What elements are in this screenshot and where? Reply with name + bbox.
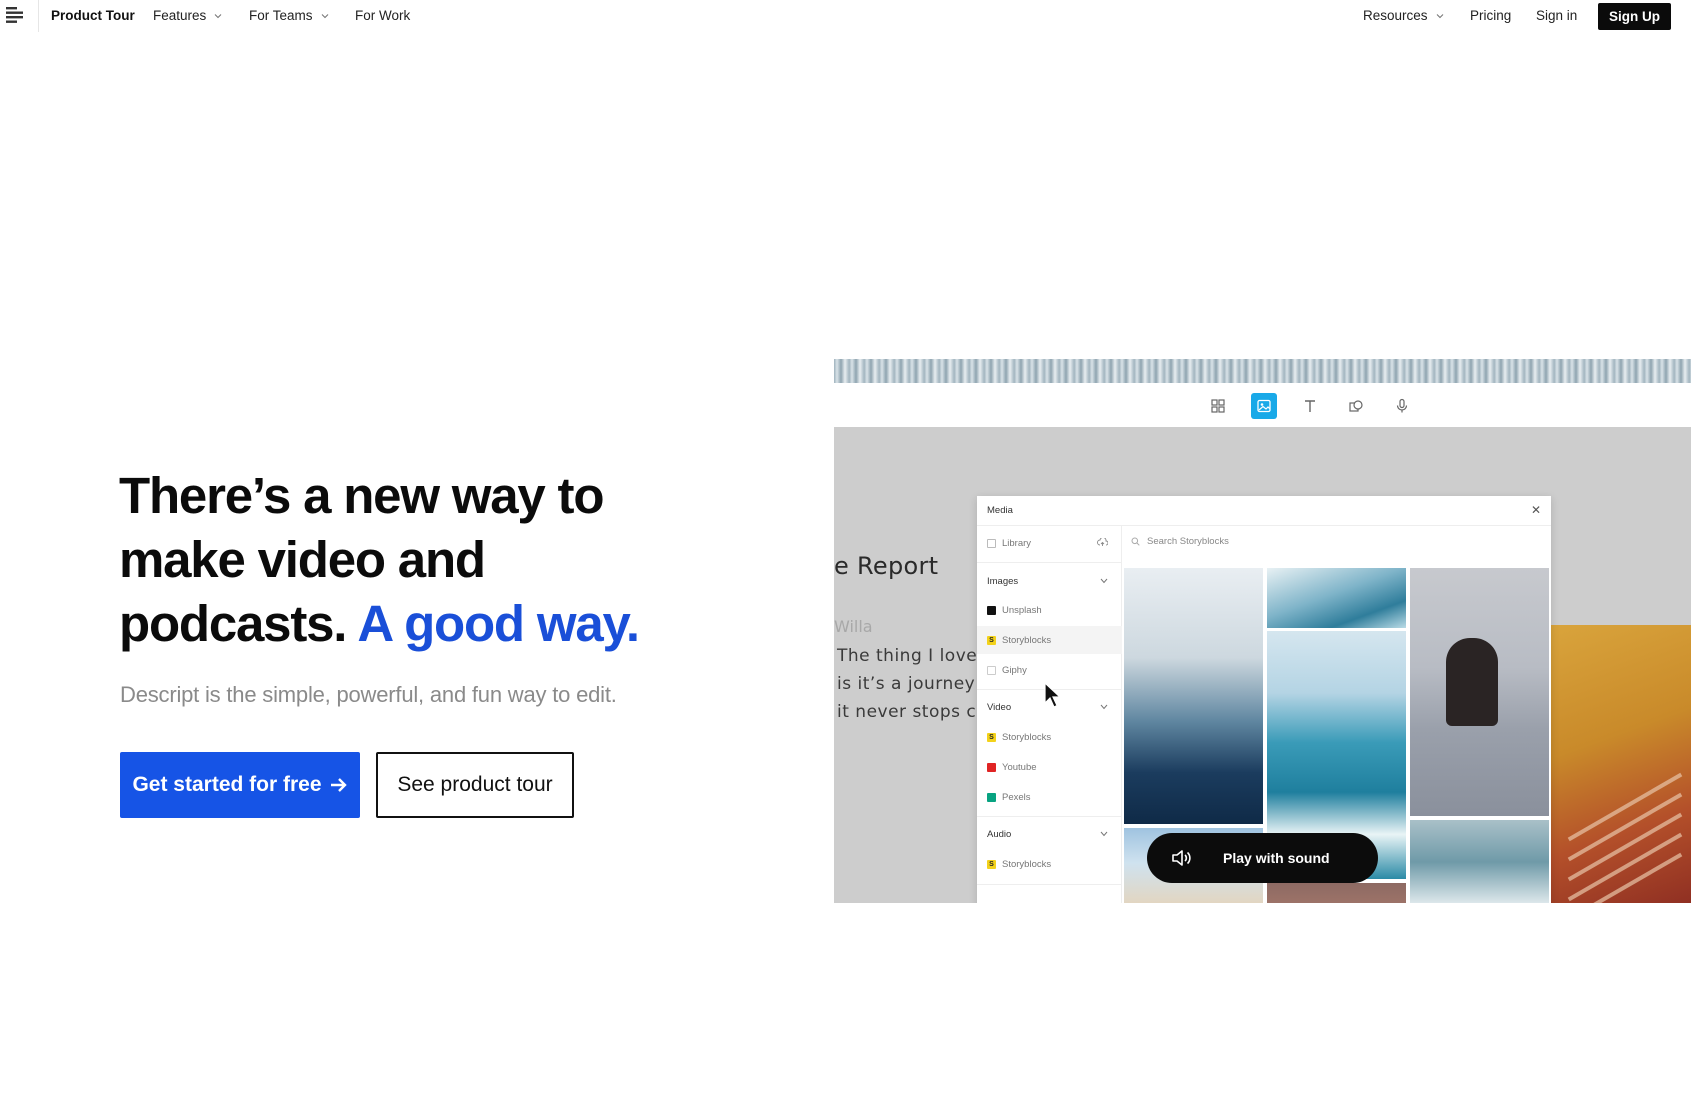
nav-product-tour[interactable]: Product Tour xyxy=(51,8,135,23)
hero-headline: There’s a new way to make video and podc… xyxy=(119,464,719,656)
media-search-placeholder: Search Storyblocks xyxy=(1147,536,1229,547)
media-thumbnail[interactable] xyxy=(1124,568,1263,824)
microphone-icon[interactable] xyxy=(1389,393,1415,419)
source-storyblocks[interactable]: S Storyblocks xyxy=(977,723,1122,751)
source-label: Pexels xyxy=(1002,791,1031,803)
get-started-button[interactable]: Get started for free xyxy=(120,752,360,818)
chevron-down-icon xyxy=(1100,831,1108,837)
source-storyblocks[interactable]: S Storyblocks xyxy=(977,850,1122,878)
see-product-tour-label: See product tour xyxy=(397,773,553,796)
nav-divider xyxy=(38,0,39,32)
grid-icon[interactable] xyxy=(1205,393,1231,419)
media-library-item[interactable]: Library xyxy=(977,529,1122,557)
media-search[interactable]: Search Storyblocks xyxy=(1131,536,1229,547)
editor-canvas: e Report Willa The thing I love is it’s … xyxy=(834,427,1691,903)
doc-line: is it’s a journey xyxy=(837,674,976,694)
storyblocks-icon: S xyxy=(987,635,996,645)
nav-pricing[interactable]: Pricing xyxy=(1470,8,1511,23)
storyblocks-icon: S xyxy=(987,859,996,869)
nav-product-tour-label: Product Tour xyxy=(51,8,135,23)
editor-toolbar xyxy=(834,383,1691,427)
source-storyblocks[interactable]: S Storyblocks xyxy=(977,626,1122,654)
media-thumbnail[interactable] xyxy=(1267,568,1406,628)
speaker-icon xyxy=(1172,850,1191,866)
get-started-label: Get started for free xyxy=(132,773,322,796)
media-panel-header: Media ✕ xyxy=(977,496,1551,526)
mouse-cursor-icon xyxy=(1044,681,1062,708)
source-label: Youtube xyxy=(1002,761,1037,773)
library-icon xyxy=(987,538,996,548)
play-with-sound-label: Play with sound xyxy=(1223,850,1330,866)
source-label: Storyblocks xyxy=(1002,634,1052,646)
chevron-down-icon xyxy=(1100,704,1108,710)
video-top-strip xyxy=(834,359,1691,383)
media-thumbnail[interactable] xyxy=(1410,820,1549,903)
doc-line: it never stops ch xyxy=(837,702,988,722)
source-unsplash[interactable]: Unsplash xyxy=(977,596,1122,624)
see-product-tour-button[interactable]: See product tour xyxy=(376,752,574,818)
giphy-icon xyxy=(987,665,996,675)
section-audio-label: Audio xyxy=(987,828,1012,840)
headline-line-2: make video and xyxy=(119,531,486,588)
nav-features-label: Features xyxy=(153,8,207,23)
source-label: Storyblocks xyxy=(1002,858,1052,870)
chevron-down-icon xyxy=(1100,578,1108,584)
nav-resources[interactable]: Resources xyxy=(1363,8,1444,23)
nav-for-work-label: For Work xyxy=(355,8,411,23)
chevron-down-icon xyxy=(321,13,328,18)
nav-for-teams[interactable]: For Teams xyxy=(249,8,329,23)
shapes-icon[interactable] xyxy=(1343,393,1369,419)
section-audio[interactable]: Audio xyxy=(977,820,1122,848)
headline-line-1: There’s a new way to xyxy=(119,467,604,524)
headline-line-3: podcasts. xyxy=(119,595,347,652)
headline-accent: A good way. xyxy=(357,595,640,652)
hero-subhead: Descript is the simple, powerful, and fu… xyxy=(120,682,617,707)
descript-logo-icon[interactable] xyxy=(4,4,26,26)
source-label: Storyblocks xyxy=(1002,731,1052,743)
youtube-icon xyxy=(987,762,996,772)
media-thumbnail[interactable] xyxy=(1267,883,1406,903)
section-images-label: Images xyxy=(987,575,1019,587)
product-video[interactable]: e Report Willa The thing I love is it’s … xyxy=(834,359,1691,903)
text-icon[interactable] xyxy=(1297,393,1323,419)
search-icon xyxy=(1131,537,1140,546)
background-photo xyxy=(1550,625,1691,903)
source-label: Giphy xyxy=(1002,664,1027,676)
media-source-list: Library Images Unsplash S Storyblocks Gi… xyxy=(977,526,1122,903)
chevron-down-icon xyxy=(1436,13,1443,18)
media-panel-title: Media xyxy=(987,505,1013,516)
cloud-upload-icon[interactable] xyxy=(1097,538,1108,547)
nav-sign-in[interactable]: Sign in xyxy=(1536,8,1577,23)
top-nav: Product Tour Features For Teams For Work… xyxy=(0,0,1691,32)
source-label: Unsplash xyxy=(1002,604,1042,616)
source-pexels[interactable]: Pexels xyxy=(977,783,1122,811)
section-images[interactable]: Images xyxy=(977,567,1122,595)
play-with-sound-button[interactable]: Play with sound xyxy=(1147,833,1378,883)
section-video-label: Video xyxy=(987,701,1012,713)
doc-title: e Report xyxy=(834,552,939,580)
nav-resources-label: Resources xyxy=(1363,8,1428,23)
nav-pricing-label: Pricing xyxy=(1470,8,1512,23)
arrow-right-icon xyxy=(330,778,347,792)
image-icon[interactable] xyxy=(1251,393,1277,419)
close-icon[interactable]: ✕ xyxy=(1531,503,1541,517)
unsplash-icon xyxy=(987,605,996,615)
pexels-icon xyxy=(987,792,996,802)
sign-up-button[interactable]: Sign Up xyxy=(1598,3,1671,30)
media-library-label: Library xyxy=(1002,537,1032,549)
nav-for-teams-label: For Teams xyxy=(249,8,313,23)
storyblocks-icon: S xyxy=(987,732,996,742)
nav-for-work[interactable]: For Work xyxy=(355,8,410,23)
source-youtube[interactable]: Youtube xyxy=(977,753,1122,781)
nav-sign-in-label: Sign in xyxy=(1536,8,1578,23)
doc-author: Willa xyxy=(834,617,873,636)
chevron-down-icon xyxy=(214,13,222,18)
source-giphy[interactable]: Giphy xyxy=(977,656,1122,684)
media-thumbnail[interactable] xyxy=(1410,568,1549,816)
doc-line: The thing I love xyxy=(837,646,978,666)
nav-features[interactable]: Features xyxy=(153,8,222,23)
